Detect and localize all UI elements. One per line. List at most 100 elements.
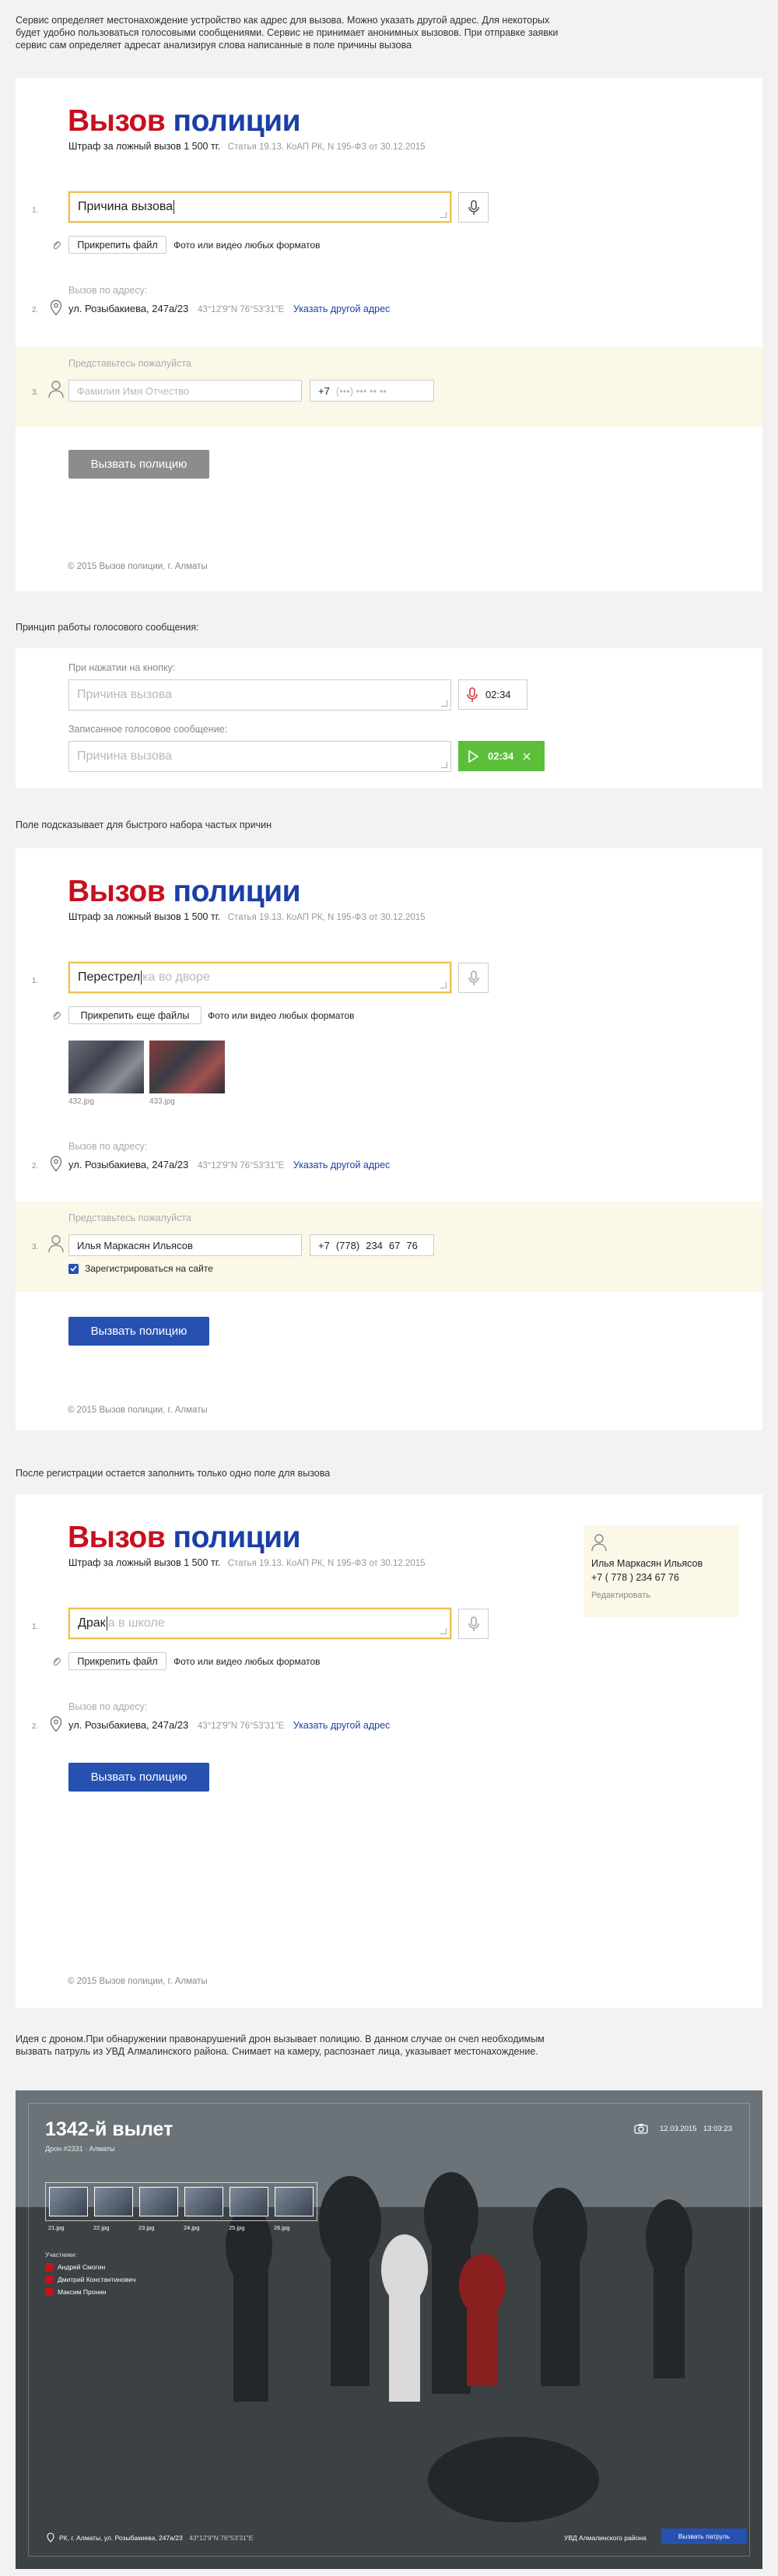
fine-text: Штраф за ложный вызов 1 500 тг. <box>68 1557 221 1568</box>
fine-text: Штраф за ложный вызов 1 500 тг. <box>68 141 221 152</box>
paperclip-icon <box>53 241 61 250</box>
face-caption-1: 21.jpg <box>48 2224 65 2231</box>
submit-button-disabled[interactable]: Вызвать полицию <box>68 450 209 479</box>
text-caret <box>141 970 142 984</box>
submit-button[interactable]: Вызвать полицию <box>68 1317 209 1346</box>
reason-suggestion[interactable]: ка во дворе <box>142 970 210 984</box>
address-text: ул. Розыбакиева, 247а/23 <box>68 1719 189 1731</box>
face-thumb-4[interactable] <box>184 2187 223 2216</box>
address-label: Вызов по адресу: <box>68 1141 148 1152</box>
brand-word-red: Вызов <box>68 875 166 908</box>
mic-button[interactable] <box>458 963 489 993</box>
address-line: ул. Розыбакиева, 247а/23 43°12'9"N 76°53… <box>68 1719 390 1731</box>
mic-button[interactable] <box>458 192 489 223</box>
camera-icon[interactable] <box>634 2123 648 2134</box>
play-icon[interactable] <box>468 749 478 763</box>
footer-copyright: © 2015 Вызов полиции, г. Алматы <box>68 1977 208 1986</box>
microphone-recording-icon <box>467 686 478 702</box>
drone-coords: 43°12'9"N 76°53'31"E <box>189 2534 254 2542</box>
paperclip-icon <box>53 1012 61 1020</box>
address-label: Вызов по адресу: <box>68 285 148 296</box>
reason-suggestion[interactable]: а в школе <box>108 1616 165 1630</box>
other-address-link[interactable]: Указать другой адрес <box>293 304 391 314</box>
suspect-row-1[interactable]: Андрей Смогин <box>45 2263 105 2271</box>
voice-message-player[interactable]: 02:34 <box>458 741 545 771</box>
profile-edit-link[interactable]: Редактировать <box>591 1591 650 1600</box>
face-thumb-5[interactable] <box>230 2187 268 2216</box>
intro-note: Сервис определяет местонахождение устрой… <box>16 15 559 51</box>
step-number-1: 1. <box>32 977 39 985</box>
hud-date: 12.03.2015 <box>660 2125 697 2133</box>
suspect-row-2[interactable]: Дмитрий Константинович <box>45 2276 135 2283</box>
fine-law: Статья 19.13. КоАП РК, N 195-ФЗ от 30.12… <box>227 913 426 922</box>
face-thumb-3[interactable] <box>139 2187 178 2216</box>
flight-title: 1342-й вылет <box>45 2118 173 2140</box>
fine-law: Статья 19.13. КоАП РК, N 195-ФЗ от 30.12… <box>227 1559 426 1568</box>
drone-camera-view: 1342-й вылет Дрон #2331 · Алматы 12.03.2… <box>16 2090 762 2569</box>
microphone-icon <box>468 970 479 985</box>
submit-button[interactable]: Вызвать полицию <box>68 1763 209 1792</box>
face-thumb-2[interactable] <box>94 2187 133 2216</box>
drone-subtitle: Дрон #2331 · Алматы <box>45 2145 115 2153</box>
location-pin-icon <box>50 300 62 316</box>
voice-placeholder-1: Причина вызова <box>77 688 173 701</box>
attached-photo-1[interactable] <box>68 1041 144 1093</box>
recording-indicator[interactable]: 02:34 <box>458 679 527 710</box>
voice-reason-input-2[interactable]: Причина вызова <box>68 741 451 772</box>
police-district: УВД Алмалинского района <box>564 2534 647 2542</box>
location-pin-icon <box>50 1716 62 1732</box>
face-thumb-1[interactable] <box>49 2187 88 2216</box>
other-address-link[interactable]: Указать другой адрес <box>293 1720 391 1731</box>
brand-word-blue: полиции <box>173 1521 301 1554</box>
reason-input-autocomplete[interactable]: Драк а в школе <box>68 1608 451 1639</box>
register-checkbox[interactable] <box>68 1263 79 1274</box>
attach-file-button[interactable]: Прикрепить файл <box>68 1652 166 1670</box>
close-icon[interactable] <box>523 753 531 760</box>
mic-button[interactable] <box>458 1609 489 1639</box>
resize-handle-icon[interactable] <box>440 982 447 988</box>
resize-handle-icon[interactable] <box>441 700 447 707</box>
resize-handle-icon[interactable] <box>441 762 447 768</box>
brand-logo: Вызов полиции <box>68 875 301 909</box>
other-address-link[interactable]: Указать другой адрес <box>293 1160 391 1170</box>
step-number-2: 2. <box>32 1722 39 1731</box>
brand-word-blue: полиции <box>173 875 301 908</box>
phone-placeholder: (•••) ••• •• •• <box>335 384 387 397</box>
profile-name: Илья Маркасян Ильясов <box>591 1558 703 1569</box>
face-thumb-6[interactable] <box>275 2187 314 2216</box>
attach-more-files-button[interactable]: Прикрепить еще файлы <box>68 1006 202 1024</box>
footer-copyright: © 2015 Вызов полиции, г. Алматы <box>68 1406 208 1415</box>
attached-photo-2[interactable] <box>149 1041 225 1093</box>
phone-input[interactable]: +7 (•••) ••• •• •• <box>310 380 434 402</box>
register-checkbox-row[interactable]: Зарегистрироваться на сайте <box>68 1263 213 1274</box>
call-patrol-button[interactable]: Вызвать патруль <box>661 2529 747 2544</box>
suspects-label: Участники: <box>45 2251 77 2258</box>
voice-reason-input-1[interactable]: Причина вызова <box>68 679 451 711</box>
reason-input[interactable]: Причина вызова <box>68 191 451 223</box>
phone-input[interactable]: +7 (778) 234 67 76 <box>310 1234 434 1256</box>
call-form-card-2: Вызов полиции Штраф за ложный вызов 1 50… <box>16 848 762 1430</box>
suspect-marker <box>45 2276 53 2283</box>
attach-file-button[interactable]: Прикрепить файл <box>68 236 166 254</box>
suspect-marker <box>45 2263 53 2271</box>
face-caption-2: 22.jpg <box>93 2224 110 2231</box>
brand-logo: Вызов полиции <box>68 104 301 139</box>
introduce-label: Представьтесь пожалуйста <box>68 1213 191 1223</box>
resize-handle-icon[interactable] <box>440 212 447 218</box>
attach-hint: Фото или видео любых форматов <box>173 1656 321 1667</box>
face-caption-3: 23.jpg <box>138 2224 155 2231</box>
suspect-row-3[interactable]: Максим Пронин <box>45 2288 107 2296</box>
name-input[interactable]: Фамилия Имя Отчество <box>68 380 302 402</box>
resize-handle-icon[interactable] <box>440 1628 447 1634</box>
fine-line: Штраф за ложный вызов 1 500 тг. Статья 1… <box>68 1557 426 1568</box>
phone-part-2: 67 <box>388 1239 401 1251</box>
hud-frame <box>28 2103 750 2557</box>
drone-location-text: РК, г. Алматы, ул. Розыбакиева, 247а/23 <box>59 2534 183 2542</box>
registered-note: После регистрации остается заполнить тол… <box>16 1468 331 1479</box>
attached-file-name-1: 432.jpg <box>68 1097 94 1106</box>
name-input[interactable]: Илья Маркасян Ильясов <box>68 1234 302 1256</box>
reason-input-autocomplete[interactable]: Перестрел ка во дворе <box>68 962 451 993</box>
voice-label-2: Записанное голосовое сообщение: <box>68 724 228 735</box>
reason-value: Причина вызова <box>78 200 173 213</box>
address-text: ул. Розыбакиева, 247а/23 <box>68 1159 189 1170</box>
